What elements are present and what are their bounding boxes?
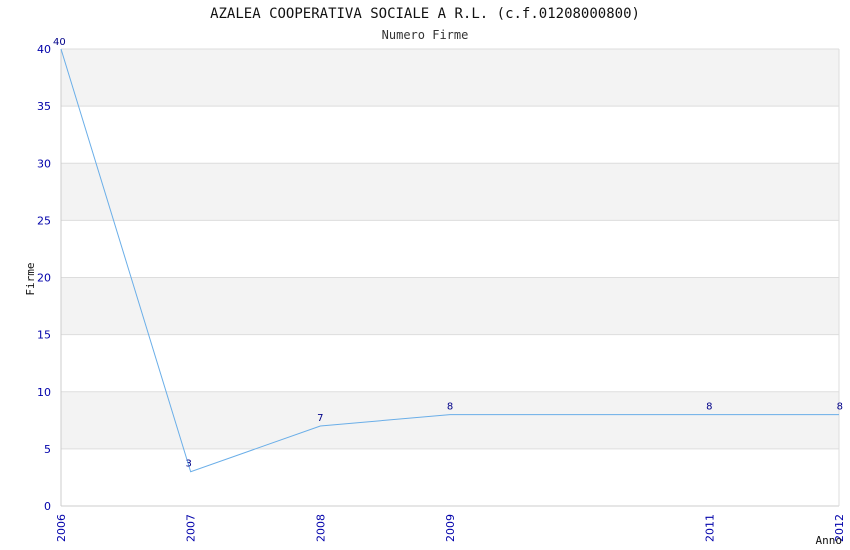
chart-subtitle: Numero Firme <box>382 28 469 42</box>
x-tick-labels: 2006 2007 2008 2009 2011 2012 <box>55 514 846 542</box>
data-label: 8 <box>837 402 843 413</box>
data-label: 8 <box>447 402 453 413</box>
y-tick-label: 30 <box>37 157 51 170</box>
data-label: 7 <box>317 413 323 424</box>
y-axis-label: Firme <box>24 262 37 295</box>
x-tick-label: 2007 <box>185 514 198 542</box>
plot-band <box>61 49 839 107</box>
plot-band <box>61 277 839 335</box>
y-tick-label: 15 <box>37 329 51 342</box>
y-tick-label: 10 <box>37 386 51 399</box>
data-label: 40 <box>53 37 66 48</box>
plot-bands <box>61 49 839 449</box>
data-label: 8 <box>706 402 712 413</box>
plot-band <box>61 391 839 449</box>
x-tick-label: 2008 <box>314 514 327 542</box>
x-axis-label: Anno <box>816 534 843 547</box>
line-chart: AZALEA COOPERATIVA SOCIALE A R.L. (c.f.0… <box>24 6 846 547</box>
y-tick-label: 25 <box>37 214 51 227</box>
y-tick-label: 35 <box>37 100 51 113</box>
y-tick-label: 5 <box>44 443 51 456</box>
x-tick-label: 2011 <box>703 514 716 542</box>
y-tick-label: 20 <box>37 272 51 285</box>
y-tick-label: 40 <box>37 43 51 56</box>
data-label: 3 <box>185 459 191 470</box>
x-tick-label: 2006 <box>55 514 68 542</box>
y-tick-label: 0 <box>44 500 51 513</box>
chart-title: AZALEA COOPERATIVA SOCIALE A R.L. (c.f.0… <box>210 6 640 22</box>
plot-band <box>61 163 839 221</box>
y-tick-labels: 0 5 10 15 20 25 30 35 40 <box>37 43 51 513</box>
x-tick-label: 2009 <box>444 514 457 542</box>
